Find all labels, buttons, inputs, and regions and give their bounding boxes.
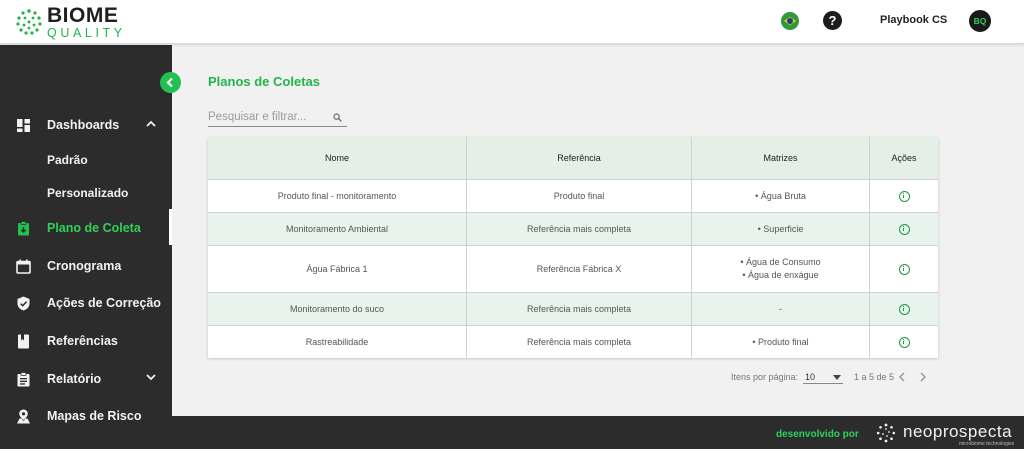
info-icon[interactable] (898, 336, 910, 348)
matrix-item: • Água de Consumo (740, 257, 821, 267)
cell-acoes (870, 246, 938, 292)
sidebar-item-label: Mapas de Risco (47, 409, 142, 423)
biome-quality-logo[interactable]: BIOME QUALITY (15, 5, 126, 39)
company-name[interactable]: neoprospecta (903, 422, 1012, 442)
calendar-icon (16, 259, 31, 274)
table-row[interactable]: Água Fábrica 1 Referência Fábrica X • Ág… (208, 246, 938, 293)
matrix-item: • Superficie (757, 223, 804, 234)
info-icon[interactable] (898, 190, 910, 202)
cell-acoes (870, 213, 938, 245)
sidebar-item-acoes-de-correcao[interactable]: Ações de Correção (0, 286, 172, 320)
sidebar-item-cronograma[interactable]: Cronograma (0, 249, 172, 283)
help-icon[interactable]: ? (823, 11, 842, 30)
search-input[interactable]: Pesquisar e filtrar... (208, 110, 347, 127)
logo-text-biome: BIOME (47, 3, 119, 27)
report-icon (17, 372, 30, 387)
info-icon[interactable] (898, 303, 910, 315)
brazil-flag-icon[interactable] (781, 12, 799, 30)
cell-nome: Água Fábrica 1 (208, 246, 467, 292)
chevron-up-icon[interactable] (146, 120, 156, 127)
matrix-item: • Produto final (752, 336, 809, 347)
top-bar: BIOME QUALITY ? Playbook CS BQ (0, 0, 1024, 44)
chevron-down-icon[interactable] (146, 374, 156, 381)
sidebar-item-label: Referências (47, 334, 118, 348)
cell-matrizes: • Água de Consumo • Água de enxágue (692, 246, 870, 292)
map-pin-icon (17, 409, 30, 424)
sidebar-item-dashboards[interactable]: Dashboards (0, 108, 172, 142)
sidebar: Dashboards Padrão Personalizado Plano de… (0, 45, 172, 449)
cell-acoes (870, 180, 938, 212)
previous-page-icon[interactable] (898, 372, 906, 382)
page-range: 1 a 5 de 5 (854, 372, 895, 382)
cell-referencia: Produto final (467, 180, 692, 212)
shield-check-icon (17, 296, 30, 311)
logo-text-quality: QUALITY (47, 25, 126, 40)
sidebar-subitem-label: Personalizado (47, 186, 129, 200)
main-content: Planos de Coletas Pesquisar e filtrar...… (172, 45, 1024, 416)
collapse-sidebar-button[interactable] (160, 72, 181, 93)
sidebar-item-relatorio[interactable]: Relatório (0, 362, 172, 396)
neoprospecta-logo-icon (876, 423, 896, 443)
table-header-row: Nome Referência Matrizes Ações (208, 137, 938, 180)
sidebar-item-label: Cronograma (47, 259, 122, 273)
cell-referencia: Referência mais completa (467, 326, 692, 358)
avatar[interactable]: BQ (969, 10, 991, 32)
company-tagline: microbiome technologies (959, 441, 1015, 447)
dashboard-icon (17, 119, 30, 132)
items-per-page-value: 10 (805, 372, 816, 382)
cell-nome: Rastreabilidade (208, 326, 467, 358)
table-row[interactable]: Monitoramento Ambiental Referência mais … (208, 213, 938, 246)
chevron-left-icon (166, 77, 173, 88)
page-title: Planos de Coletas (208, 74, 320, 89)
matrix-item: • Água Bruta (755, 190, 806, 201)
items-per-page-select[interactable]: 10 (803, 371, 843, 384)
cell-acoes (870, 293, 938, 325)
dropdown-arrow-icon (833, 375, 841, 380)
cell-matrizes: • Água Bruta (692, 180, 870, 212)
table-row[interactable]: Produto final - monitoramento Produto fi… (208, 180, 938, 213)
column-header-matrizes[interactable]: Matrizes (692, 137, 870, 179)
footer: desenvolvido por neoprospecta microbiome… (172, 416, 1024, 449)
info-icon[interactable] (898, 263, 910, 275)
collection-plans-table: Nome Referência Matrizes Ações Produto f… (208, 137, 938, 358)
sidebar-item-label: Relatório (47, 372, 102, 386)
next-page-icon[interactable] (919, 372, 927, 382)
column-header-nome[interactable]: Nome (208, 137, 467, 179)
column-header-referencia[interactable]: Referência (467, 137, 692, 179)
logo-dots-icon (16, 9, 42, 35)
sidebar-item-mapas-de-risco[interactable]: Mapas de Risco (0, 399, 172, 433)
cell-nome: Monitoramento do suco (208, 293, 467, 325)
sidebar-subitem-padrao[interactable]: Padrão (0, 146, 172, 174)
sidebar-subitem-personalizado[interactable]: Personalizado (0, 179, 172, 207)
cell-nome: Produto final - monitoramento (208, 180, 467, 212)
cell-matrizes: • Produto final (692, 326, 870, 358)
cell-referencia: Referência mais completa (467, 293, 692, 325)
cell-referencia: Referência mais completa (467, 213, 692, 245)
sidebar-subitem-label: Padrão (47, 153, 88, 167)
book-icon (18, 334, 29, 349)
pagination: Itens por página: 10 1 a 5 de 5 (731, 371, 941, 385)
cell-nome: Monitoramento Ambiental (208, 213, 467, 245)
search-icon[interactable] (333, 113, 342, 122)
search-placeholder: Pesquisar e filtrar... (208, 111, 307, 123)
matrix-item: - (779, 303, 782, 314)
cell-referencia: Referência Fábrica X (467, 246, 692, 292)
cell-matrizes: - (692, 293, 870, 325)
developed-by-label: desenvolvido por (776, 429, 859, 440)
sidebar-item-plano-de-coleta[interactable]: Plano de Coleta (0, 211, 172, 245)
clipboard-icon (18, 221, 29, 236)
sidebar-item-label: Ações de Correção (47, 296, 161, 310)
info-icon[interactable] (898, 223, 910, 235)
cell-acoes (870, 326, 938, 358)
sidebar-item-label: Plano de Coleta (47, 221, 141, 235)
sidebar-item-referencias[interactable]: Referências (0, 324, 172, 358)
sidebar-item-label: Dashboards (47, 118, 120, 132)
table-row[interactable]: Monitoramento do suco Referência mais co… (208, 293, 938, 326)
column-header-acoes: Ações (891, 152, 917, 163)
cell-matrizes: • Superficie (692, 213, 870, 245)
table-row[interactable]: Rastreabilidade Referência mais completa… (208, 326, 938, 358)
matrix-item: • Água de enxágue (742, 270, 819, 280)
user-name[interactable]: Playbook CS (880, 14, 947, 26)
items-per-page-label: Itens por página: (731, 372, 799, 382)
